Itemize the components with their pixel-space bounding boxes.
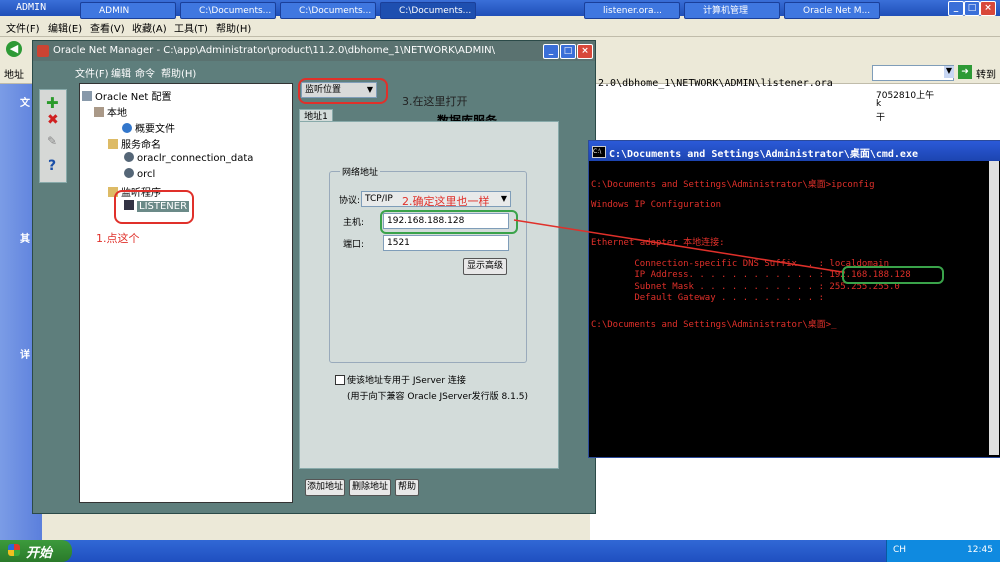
clock: 12:45 [967, 545, 993, 555]
annotation-step-1: 1.点这个 [96, 232, 140, 245]
start-button[interactable]: 开始 [0, 540, 72, 562]
task-oracle-net-manager[interactable]: Oracle Net M... [784, 2, 880, 19]
task-cmd-2[interactable]: C:\Documents... [280, 2, 376, 19]
watermark-brand: Baidu经验 [752, 474, 930, 514]
annotation-step-3: 3.在这里打开 [402, 95, 468, 108]
watermark-url: jingyan.baidu.com [772, 514, 892, 529]
task-listener-ora[interactable]: listener.ora... [584, 2, 680, 19]
task-admin[interactable]: ADMIN [80, 2, 176, 19]
windows-logo-icon [8, 544, 20, 556]
task-cmd-1[interactable]: C:\Documents... [180, 2, 276, 19]
annotation-step-2: 2.确定这里也一样 [402, 195, 490, 208]
system-tray: CH 12:45 [886, 540, 1000, 562]
taskbar [0, 540, 1000, 562]
task-cmd-3[interactable]: C:\Documents... [380, 2, 476, 19]
task-computer-management[interactable]: 计算机管理 [684, 2, 780, 19]
language-indicator[interactable]: CH [893, 545, 906, 555]
